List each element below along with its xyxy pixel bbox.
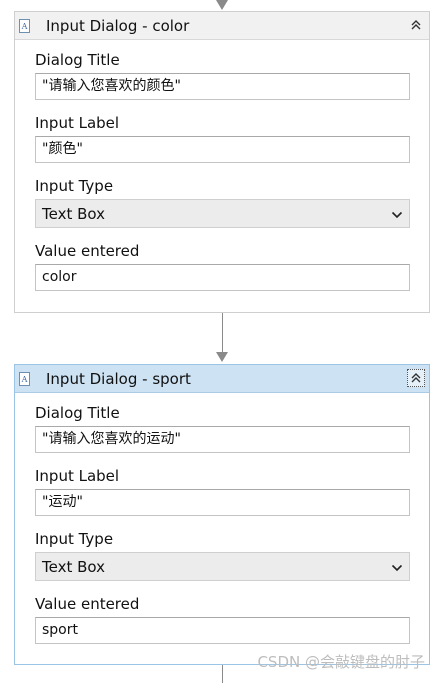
- activity-title: Input Dialog - color: [46, 16, 190, 35]
- chevron-down-icon[interactable]: [391, 205, 403, 223]
- input-label-label: Input Label: [35, 467, 120, 485]
- input-type-field: Input Type Text Box: [35, 529, 410, 581]
- value-entered-label: Value entered: [35, 595, 140, 613]
- watermark: CSDN @会敲键盘的肘子: [257, 653, 425, 671]
- input-label-field: Input Label "颜色": [35, 113, 410, 163]
- flow-connector: [222, 313, 223, 353]
- input-label-input[interactable]: "运动": [35, 489, 410, 516]
- dialog-title-input[interactable]: "请输入您喜欢的颜色": [35, 73, 410, 100]
- value-entered-field: Value entered color: [35, 241, 410, 291]
- value-entered-input[interactable]: color: [35, 264, 410, 291]
- flow-arrowhead-top: [216, 0, 228, 10]
- input-label-label: Input Label: [35, 114, 120, 132]
- input-type-label: Input Type: [35, 177, 114, 195]
- dialog-title-field: Dialog Title "请输入您喜欢的运动": [35, 403, 410, 453]
- dialog-title-input[interactable]: "请输入您喜欢的运动": [35, 426, 410, 453]
- double-chevron-up-icon[interactable]: [407, 369, 425, 387]
- input-type-select[interactable]: Text Box: [35, 552, 410, 581]
- activity-title: Input Dialog - sport: [46, 369, 191, 388]
- chevron-down-icon[interactable]: [391, 558, 403, 576]
- input-type-selected-value: Text Box: [42, 557, 105, 576]
- input-dialog-icon: A: [19, 371, 30, 386]
- dialog-title-field: Dialog Title "请输入您喜欢的颜色": [35, 50, 410, 100]
- activity-input-dialog-sport[interactable]: A Input Dialog - sport Dialog Title "请输入…: [14, 364, 430, 665]
- dialog-title-label: Dialog Title: [35, 51, 120, 69]
- activity-input-dialog-color[interactable]: A Input Dialog - color Dialog Title "请输入…: [14, 11, 430, 313]
- value-entered-label: Value entered: [35, 242, 140, 260]
- value-entered-input[interactable]: sport: [35, 617, 410, 644]
- input-label-field: Input Label "运动": [35, 466, 410, 516]
- double-chevron-up-icon[interactable]: [407, 16, 425, 34]
- input-type-select[interactable]: Text Box: [35, 199, 410, 228]
- input-type-selected-value: Text Box: [42, 204, 105, 223]
- dialog-title-label: Dialog Title: [35, 404, 120, 422]
- flow-arrowhead: [216, 352, 228, 362]
- flow-connector-bottom: [222, 665, 223, 683]
- value-entered-field: Value entered sport: [35, 594, 410, 644]
- activity-header[interactable]: A Input Dialog - color: [15, 12, 429, 40]
- input-label-input[interactable]: "颜色": [35, 136, 410, 163]
- input-type-label: Input Type: [35, 530, 114, 548]
- activity-header[interactable]: A Input Dialog - sport: [15, 365, 429, 393]
- input-dialog-icon: A: [19, 18, 30, 33]
- input-type-field: Input Type Text Box: [35, 176, 410, 228]
